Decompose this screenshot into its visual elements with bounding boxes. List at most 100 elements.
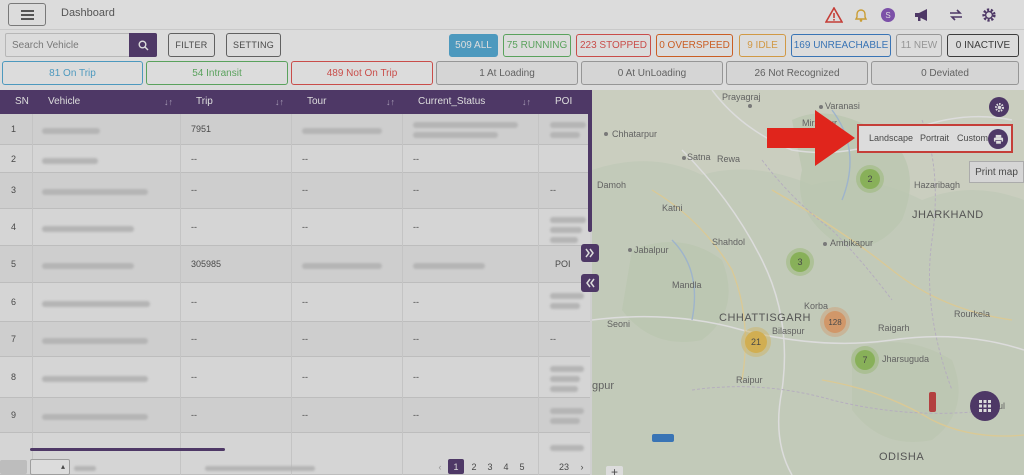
cell-tour: -- [302,410,308,420]
map-apps-button[interactable] [970,391,1000,421]
print-custom-option[interactable]: Custom [957,133,988,143]
search-button[interactable] [129,33,157,57]
trip-chip-on-trip[interactable]: 81 On Trip [2,61,143,85]
city-label: Jabalpur [634,245,669,255]
trip-chip-deviated[interactable]: 0 Deviated [871,61,1019,85]
trip-chip-not-on-trip[interactable]: 489 Not On Trip [291,61,433,85]
status-chip-all[interactable]: 509 ALL [449,34,498,57]
map-cluster[interactable]: 128 [824,311,846,333]
print-map-button[interactable] [988,129,1008,149]
status-chip-running[interactable]: 75 RUNNING [503,34,571,57]
zoom-in-button[interactable]: + [606,466,623,475]
printer-icon [993,134,1003,144]
top-header: Dashboard S [0,0,1024,30]
cell-sn: 3 [11,185,17,195]
table-row[interactable]: 8 -- -- -- [0,357,590,398]
map-cluster[interactable]: 21 [745,331,767,353]
page-size-label [0,460,27,474]
city-label: Mandla [672,280,702,290]
cell-status: -- [413,372,419,382]
next-page-button[interactable]: › [574,459,590,474]
city-label: gpur [592,380,615,392]
table-row[interactable]: 5 305985 POI [0,246,590,283]
sort-icon[interactable]: ↓↑ [275,90,284,114]
cell-trip: -- [191,334,197,344]
column-header-poi[interactable]: POI [555,90,572,114]
table-horizontal-scrollbar[interactable] [30,448,225,451]
gear-icon[interactable] [979,5,999,25]
column-header-trip[interactable]: Trip [196,90,213,114]
vehicle-marker-icon[interactable] [929,392,936,412]
print-portrait-option[interactable]: Portrait [920,133,949,143]
table-row[interactable]: 2 -- -- -- [0,145,590,173]
red-arrow-icon [767,110,855,166]
table-row[interactable]: 3 -- -- -- -- [0,173,590,209]
cell-vehicle [42,156,98,166]
sort-icon[interactable]: ↓↑ [164,90,173,114]
column-header-sn[interactable]: SN [15,90,29,114]
status-chip-idle[interactable]: 9 IDLE [739,34,786,57]
page-button-3[interactable]: 3 [482,459,498,474]
trip-chip-not-recognized[interactable]: 26 Not Recognized [726,61,868,85]
svg-text:S: S [885,11,890,20]
expand-panel-button[interactable] [581,244,599,262]
cell-sn: 9 [11,410,17,420]
column-header-tour[interactable]: Tour [307,90,326,114]
collapse-panel-button[interactable] [581,274,599,292]
status-chip-new[interactable]: 11 NEW [896,34,942,57]
city-label: Raigarh [878,323,910,333]
cell-poi: -- [550,334,556,344]
cell-status: -- [413,222,419,232]
page-button-5[interactable]: 5 [514,459,530,474]
page-size-select[interactable]: ▴ [30,459,70,475]
page-button-1[interactable]: 1 [448,459,464,474]
map-cluster[interactable]: 2 [860,169,880,189]
trip-chip-intransit[interactable]: 54 Intransit [146,61,288,85]
print-landscape-option[interactable]: Landscape [869,133,913,143]
filter-button[interactable]: FILTER [168,33,215,57]
map-cluster[interactable]: 7 [855,350,875,370]
page-button-2[interactable]: 2 [466,459,482,474]
trip-chip-at-unloading[interactable]: 0 At UnLoading [581,61,723,85]
sort-icon[interactable]: ↓↑ [386,90,395,114]
refresh-icon[interactable] [946,5,966,25]
cell-trip: -- [191,154,197,164]
cell-poi [550,215,586,245]
gear-icon [994,102,1004,112]
setting-button[interactable]: SETTING [226,33,281,57]
page-button-last[interactable]: 23 [556,459,572,474]
cell-sn: 2 [11,154,17,164]
megaphone-icon[interactable] [912,5,932,25]
table-row[interactable]: 1 7951 [0,114,590,145]
city-label: Damoh [597,180,627,190]
column-header-vehicle[interactable]: Vehicle [48,90,80,114]
table-row[interactable]: 7 -- -- -- -- [0,322,590,357]
bell-icon[interactable] [851,5,871,25]
cell-tour: -- [302,372,308,382]
trip-chip-at-loading[interactable]: 1 At Loading [436,61,578,85]
prev-page-button[interactable]: ‹ [432,459,448,474]
table-row[interactable]: 9 -- -- -- [0,398,590,433]
warning-icon[interactable] [824,5,844,25]
status-chip-inactive[interactable]: 0 INACTIVE [947,34,1019,57]
city-label: Rewa [717,154,741,164]
map-settings-button[interactable] [989,97,1009,117]
search-input[interactable] [6,34,128,56]
status-chip-overspeed[interactable]: 0 OVERSPEED [656,34,733,57]
table-row[interactable]: 4 -- -- -- [0,209,590,246]
table-row[interactable]: 6 -- -- -- [0,283,590,322]
cell-status: -- [413,297,419,307]
sort-icon[interactable]: ↓↑ [522,90,531,114]
menu-icon[interactable] [8,3,46,26]
cell-trip: -- [191,185,197,195]
cell-status: -- [413,154,419,164]
city-label: Bilaspur [772,326,805,336]
status-chip-stopped[interactable]: 223 STOPPED [576,34,651,57]
map-cluster[interactable]: 3 [790,252,810,272]
cell-vehicle [42,299,150,309]
vehicle-marker-icon[interactable] [652,434,674,442]
status-chip-unreachable[interactable]: 169 UNREACHABLE [791,34,891,57]
column-header-current-status[interactable]: Current_Status [418,90,485,114]
theme-icon[interactable]: S [878,5,898,25]
page-button-4[interactable]: 4 [498,459,514,474]
